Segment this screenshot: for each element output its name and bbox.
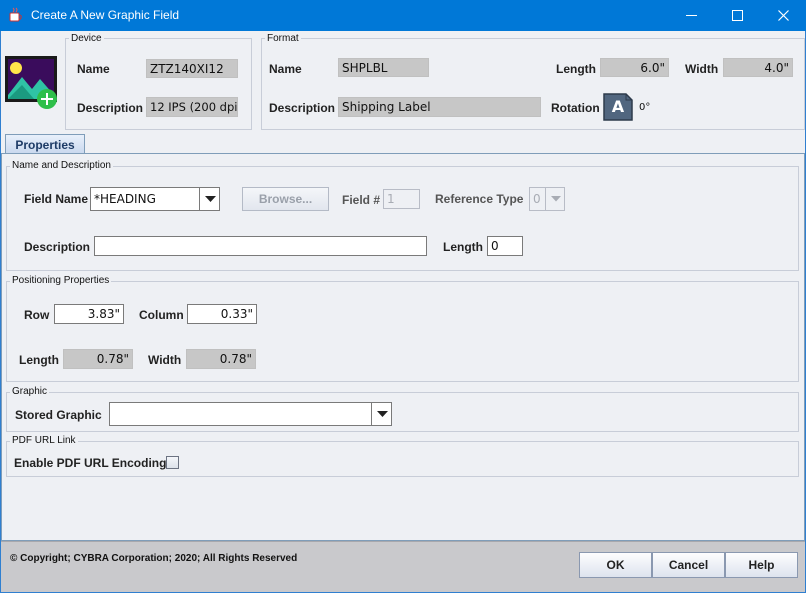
name-description-legend: Name and Description [10, 160, 113, 171]
help-button[interactable]: Help [725, 552, 798, 578]
format-rotation-value: 0° [639, 102, 651, 113]
java-cup-icon [8, 7, 23, 23]
format-description-field: Shipping Label [338, 97, 541, 117]
rotation-glyph: A [611, 97, 625, 116]
description-label: Description [24, 240, 91, 254]
stored-graphic-combo[interactable] [109, 402, 392, 426]
device-name-label: Name [77, 62, 110, 76]
format-description-label: Description [269, 101, 336, 115]
close-button[interactable] [760, 0, 806, 31]
column-input[interactable]: 0.33" [187, 304, 257, 324]
length-input[interactable]: 0 [487, 236, 523, 256]
minimize-icon [685, 15, 697, 16]
stored-graphic-label: Stored Graphic [15, 408, 102, 422]
row-label: Row [24, 308, 50, 322]
device-legend: Device [69, 33, 104, 44]
positioning-width-field: 0.78" [186, 349, 256, 369]
format-length-label: Length [556, 62, 596, 76]
tab-properties[interactable]: Properties [5, 134, 85, 154]
graphic-legend: Graphic [10, 386, 50, 397]
ok-button[interactable]: OK [579, 552, 652, 578]
maximize-icon [731, 10, 743, 21]
field-name-label: Field Name [24, 192, 89, 206]
rotation-icon: A [602, 91, 634, 122]
window-title: Create A New Graphic Field [31, 8, 180, 22]
chevron-down-icon [376, 410, 388, 417]
format-legend: Format [265, 33, 301, 44]
positioning-length-label: Length [19, 353, 59, 367]
graphic-field-icon [4, 55, 58, 111]
positioning-legend: Positioning Properties [10, 275, 112, 286]
chevron-down-icon [550, 196, 561, 202]
format-name-field: SHPLBL [338, 58, 429, 77]
column-label: Column [139, 308, 184, 322]
length-label: Length [443, 240, 483, 254]
format-width-field: 4.0" [723, 58, 793, 77]
reference-type-value: 0 [533, 192, 541, 206]
cancel-button[interactable]: Cancel [652, 552, 725, 578]
format-rotation-label: Rotation [551, 101, 600, 115]
reference-type-dropdown-button[interactable] [545, 187, 565, 211]
reference-type-label: Reference Type [435, 192, 524, 206]
title-bar[interactable]: Create A New Graphic Field [0, 0, 806, 31]
description-input[interactable] [94, 236, 427, 256]
positioning-width-label: Width [148, 353, 182, 367]
copyright-text: © Copyright; CYBRA Corporation; 2020; Al… [10, 553, 298, 564]
positioning-length-field: 0.78" [63, 349, 133, 369]
device-description-label: Description [77, 101, 144, 115]
field-number-label: Field # [342, 193, 381, 207]
enable-pdf-url-label: Enable PDF URL Encoding [14, 456, 167, 470]
maximize-button[interactable] [714, 0, 760, 31]
format-length-field: 6.0" [600, 58, 669, 77]
stored-graphic-dropdown-button[interactable] [371, 402, 392, 426]
format-name-label: Name [269, 62, 302, 76]
field-name-value: *HEADING [94, 192, 156, 206]
pdf-url-legend: PDF URL Link [10, 435, 78, 446]
format-width-label: Width [685, 62, 719, 76]
field-name-dropdown-button[interactable] [199, 187, 220, 211]
enable-pdf-url-checkbox[interactable] [166, 456, 179, 469]
device-description-field: 12 IPS (200 dpi) [146, 97, 238, 117]
minimize-button[interactable] [668, 0, 714, 31]
browse-button[interactable]: Browse... [242, 187, 329, 211]
chevron-down-icon [204, 195, 216, 202]
close-icon [777, 10, 789, 21]
device-name-field: ZTZ140XI12 [146, 59, 238, 78]
field-number-field: 1 [383, 189, 420, 209]
row-input[interactable]: 3.83" [54, 304, 124, 324]
